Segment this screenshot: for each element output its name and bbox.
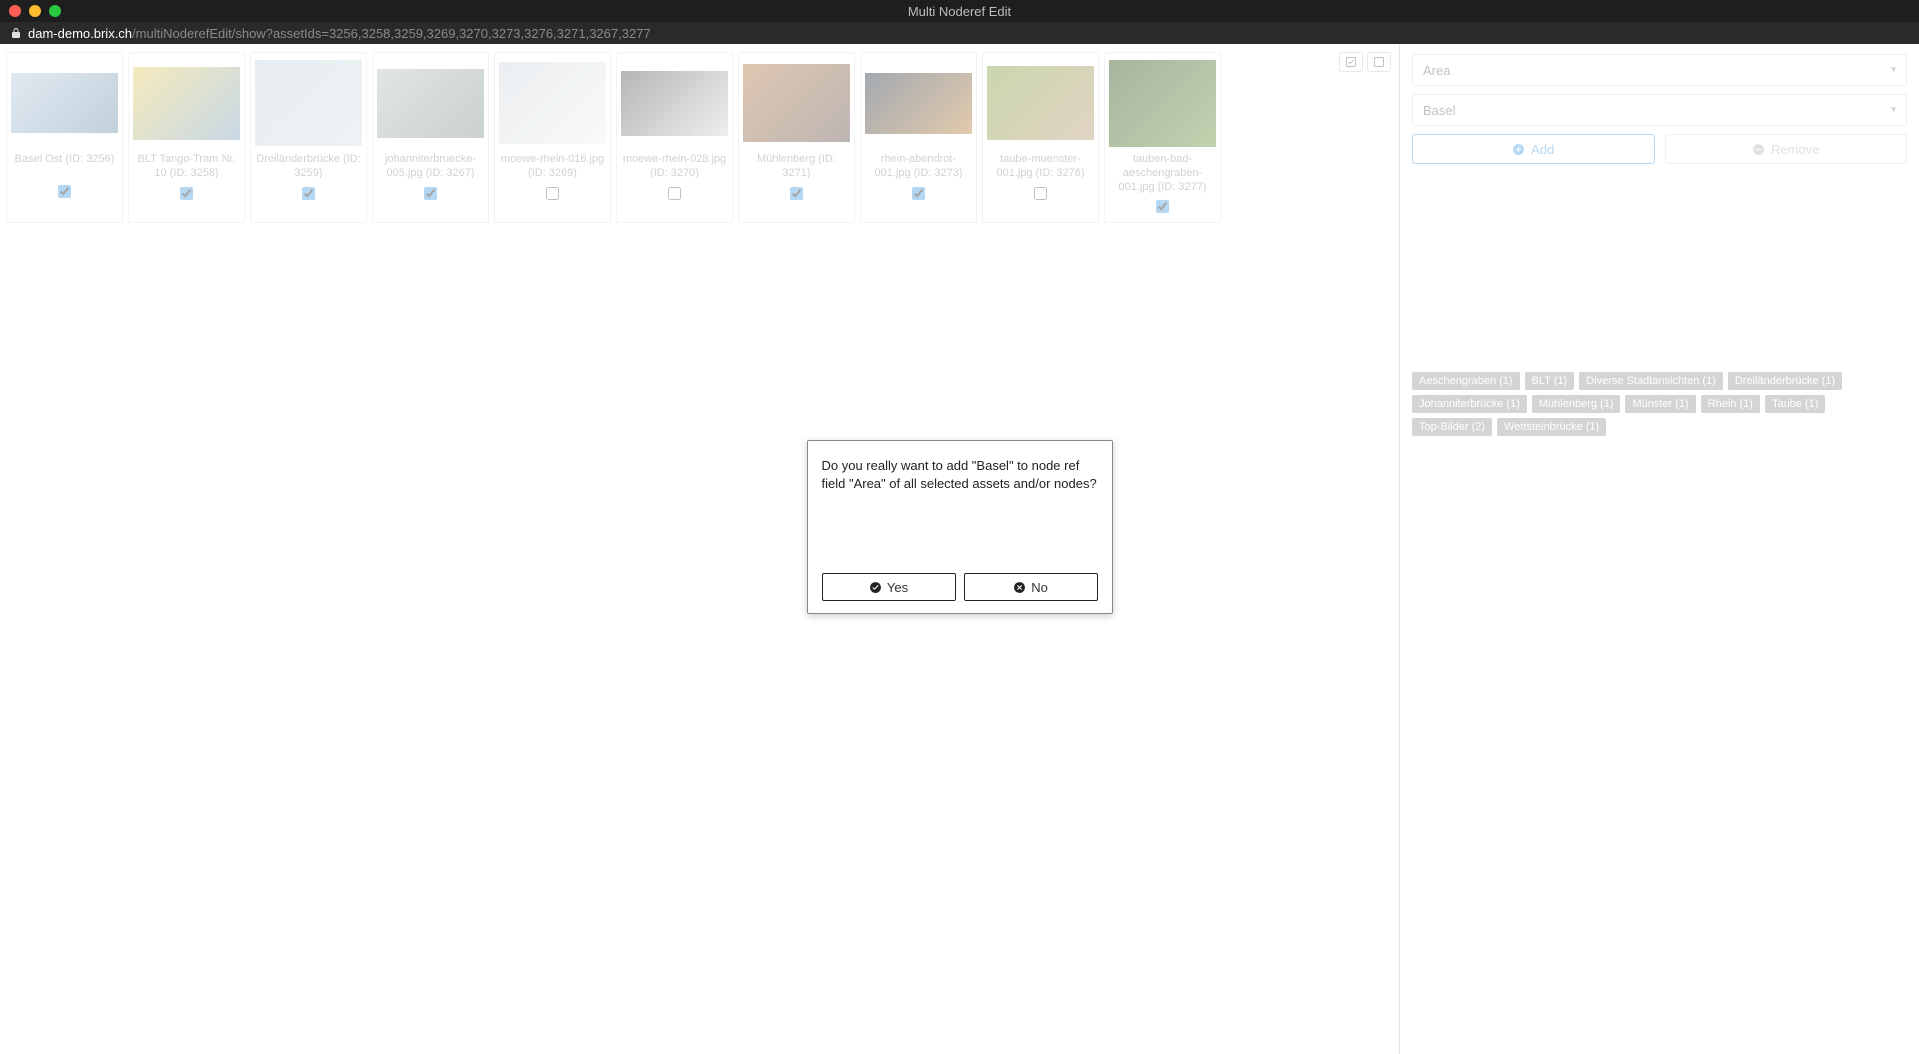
remove-button: Remove bbox=[1665, 134, 1908, 164]
confirm-no-label: No bbox=[1031, 580, 1048, 595]
tag[interactable]: Diverse Stadtansichten (1) bbox=[1579, 372, 1723, 390]
asset-card[interactable]: tauben-bad-aeschengraben-001.jpg (ID: 32… bbox=[1104, 52, 1221, 223]
tag[interactable]: Mühlenberg (1) bbox=[1532, 395, 1621, 413]
chevron-down-icon: ▾ bbox=[1891, 65, 1896, 76]
fullscreen-window-button[interactable] bbox=[49, 5, 61, 17]
asset-thumbnail[interactable] bbox=[743, 57, 850, 149]
confirm-yes-button[interactable]: Yes bbox=[822, 573, 956, 601]
asset-card[interactable]: Dreiländerbrücke (ID: 3259) bbox=[250, 52, 367, 223]
mac-titlebar: Multi Noderef Edit bbox=[0, 0, 1919, 22]
confirm-dialog: Do you really want to add "Basel" to nod… bbox=[807, 440, 1113, 614]
asset-thumbnail[interactable] bbox=[11, 57, 118, 149]
x-circle-icon bbox=[1013, 581, 1026, 594]
select-none-button[interactable] bbox=[1367, 52, 1391, 72]
add-button[interactable]: Add bbox=[1412, 134, 1655, 164]
asset-caption: taube-muenster-001.jpg (ID: 3276) bbox=[987, 153, 1094, 181]
asset-card[interactable]: moewe-rhein-028.jpg (ID: 3270) bbox=[616, 52, 733, 223]
chevron-down-icon: ▾ bbox=[1891, 105, 1896, 116]
asset-thumbnail[interactable] bbox=[621, 57, 728, 149]
plus-circle-icon bbox=[1512, 143, 1525, 156]
asset-card[interactable]: johanniterbruecke-005.jpg (ID: 3267) bbox=[372, 52, 489, 223]
asset-card[interactable]: rhein-abendrot-001.jpg (ID: 3273) bbox=[860, 52, 977, 223]
asset-caption: BLT Tango-Tram Nr. 10 (ID: 3258) bbox=[133, 153, 240, 181]
asset-caption: rhein-abendrot-001.jpg (ID: 3273) bbox=[865, 153, 972, 181]
value-select-value: Basel bbox=[1423, 103, 1456, 118]
asset-card[interactable]: Basel Ost (ID: 3256) bbox=[6, 52, 123, 223]
tag[interactable]: Wettsteinbrücke (1) bbox=[1497, 418, 1606, 436]
tag[interactable]: BLT (1) bbox=[1525, 372, 1575, 390]
asset-thumbnail[interactable] bbox=[499, 57, 606, 149]
asset-card[interactable]: taube-muenster-001.jpg (ID: 3276) bbox=[982, 52, 1099, 223]
tag[interactable]: Dreiländerbrücke (1) bbox=[1728, 372, 1842, 390]
asset-checkbox[interactable] bbox=[180, 187, 193, 200]
tag[interactable]: Münster (1) bbox=[1625, 395, 1695, 413]
asset-checkbox[interactable] bbox=[58, 185, 71, 198]
asset-thumbnail[interactable] bbox=[865, 57, 972, 149]
tag[interactable]: Rhein (1) bbox=[1701, 395, 1760, 413]
tag[interactable]: Aeschengraben (1) bbox=[1412, 372, 1520, 390]
asset-thumbnail[interactable] bbox=[987, 57, 1094, 149]
confirm-no-button[interactable]: No bbox=[964, 573, 1098, 601]
field-select-value: Area bbox=[1423, 63, 1450, 78]
asset-caption: tauben-bad-aeschengraben-001.jpg (ID: 32… bbox=[1109, 153, 1216, 194]
asset-thumbnail[interactable] bbox=[255, 57, 362, 149]
minimize-window-button[interactable] bbox=[29, 5, 41, 17]
asset-gallery: Basel Ost (ID: 3256) BLT Tango-Tram Nr. 1… bbox=[0, 44, 1399, 231]
asset-caption: moewe-rhein-028.jpg (ID: 3270) bbox=[621, 153, 728, 181]
asset-checkbox[interactable] bbox=[546, 187, 559, 200]
add-button-label: Add bbox=[1531, 142, 1554, 157]
tag[interactable]: Taube (1) bbox=[1765, 395, 1825, 413]
asset-thumbnail[interactable] bbox=[377, 57, 484, 149]
asset-card[interactable]: BLT Tango-Tram Nr. 10 (ID: 3258) bbox=[128, 52, 245, 223]
confirm-dialog-text: Do you really want to add "Basel" to nod… bbox=[822, 457, 1098, 563]
asset-checkbox[interactable] bbox=[912, 187, 925, 200]
asset-caption: Basel Ost (ID: 3256) bbox=[15, 153, 115, 179]
tag[interactable]: Johanniterbrücke (1) bbox=[1412, 395, 1527, 413]
close-window-button[interactable] bbox=[9, 5, 21, 17]
lock-icon bbox=[10, 27, 22, 39]
asset-checkbox[interactable] bbox=[1156, 200, 1169, 213]
asset-thumbnail[interactable] bbox=[1109, 57, 1216, 149]
tag-list: Aeschengraben (1) BLT (1)Diverse Stadtans… bbox=[1412, 372, 1907, 436]
asset-checkbox[interactable] bbox=[790, 187, 803, 200]
asset-checkbox[interactable] bbox=[424, 187, 437, 200]
asset-checkbox[interactable] bbox=[302, 187, 315, 200]
check-circle-icon bbox=[869, 581, 882, 594]
sidebar: Area ▾ Basel ▾ Add Remove Aeschengraben … bbox=[1399, 44, 1919, 1054]
asset-caption: johanniterbruecke-005.jpg (ID: 3267) bbox=[377, 153, 484, 181]
asset-checkbox[interactable] bbox=[1034, 187, 1047, 200]
field-select[interactable]: Area ▾ bbox=[1412, 54, 1907, 86]
tag[interactable]: Top-Bilder (2) bbox=[1412, 418, 1492, 436]
asset-caption: moewe-rhein-016.jpg (ID: 3269) bbox=[499, 153, 606, 181]
traffic-lights bbox=[9, 5, 61, 17]
window-title: Multi Noderef Edit bbox=[0, 4, 1919, 19]
value-select[interactable]: Basel ▾ bbox=[1412, 94, 1907, 126]
asset-caption: Mühlenberg (ID: 3271) bbox=[743, 153, 850, 181]
url-host: dam-demo.brix.ch bbox=[28, 26, 132, 41]
asset-checkbox[interactable] bbox=[668, 187, 681, 200]
minus-circle-icon bbox=[1752, 143, 1765, 156]
url-path: /multiNoderefEdit/show?assetIds=3256,325… bbox=[132, 26, 651, 41]
asset-card[interactable]: Mühlenberg (ID: 3271) bbox=[738, 52, 855, 223]
confirm-yes-label: Yes bbox=[887, 580, 908, 595]
select-all-button[interactable] bbox=[1339, 52, 1363, 72]
asset-card[interactable]: moewe-rhein-016.jpg (ID: 3269) bbox=[494, 52, 611, 223]
asset-caption: Dreiländerbrücke (ID: 3259) bbox=[255, 153, 362, 181]
url-bar[interactable]: dam-demo.brix.ch/multiNoderefEdit/show?a… bbox=[0, 22, 1919, 44]
remove-button-label: Remove bbox=[1771, 142, 1819, 157]
asset-thumbnail[interactable] bbox=[133, 57, 240, 149]
